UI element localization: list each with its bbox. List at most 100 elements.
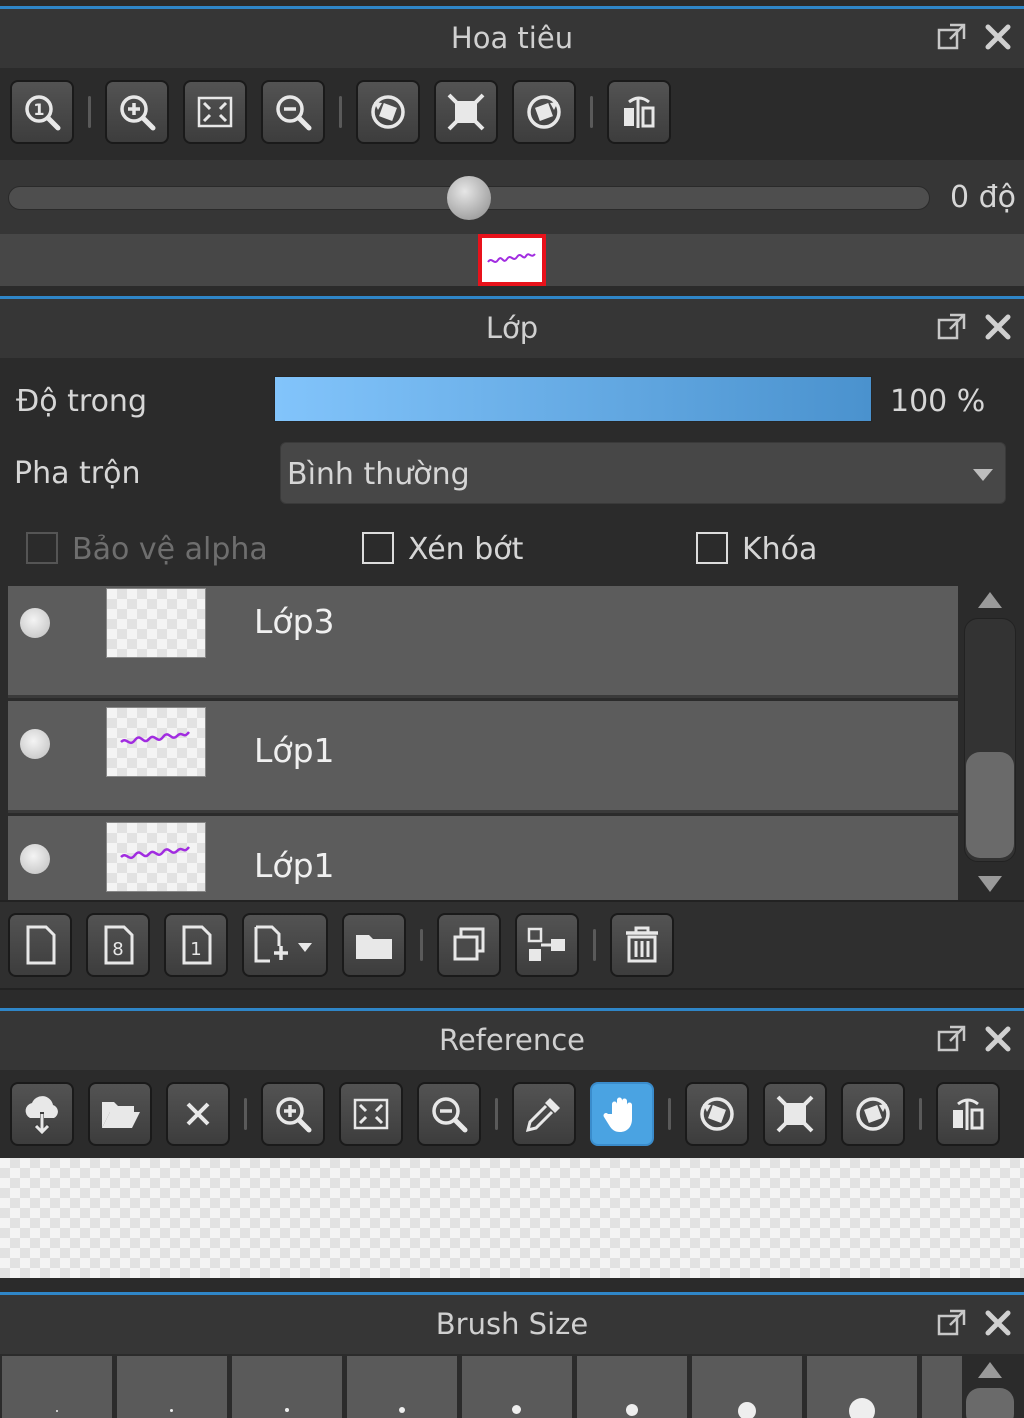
rotation-slider-handle[interactable] <box>447 176 491 220</box>
reference-title: Reference <box>438 1023 586 1057</box>
blend-mode-value: Bình thường <box>287 457 470 492</box>
undock-icon[interactable] <box>936 311 968 343</box>
add-layer-dropdown-icon <box>254 925 312 963</box>
reference-panel: Reference <box>0 1008 1024 1284</box>
fit-window-button[interactable] <box>183 80 247 144</box>
zoom-out-button[interactable] <box>417 1082 481 1146</box>
new-8bit-layer-icon: 8 <box>104 925 134 965</box>
brush-size-cell[interactable] <box>117 1356 227 1418</box>
view-frame[interactable] <box>478 234 546 286</box>
scrollbar-thumb[interactable] <box>966 1388 1014 1418</box>
delete-layer-button[interactable] <box>610 913 674 977</box>
reset-view-icon <box>447 93 485 131</box>
duplicate-layer-button[interactable] <box>437 913 501 977</box>
rotate-right-button[interactable] <box>512 80 576 144</box>
reset-view-icon <box>776 1095 814 1133</box>
brush-size-cell[interactable] <box>2 1356 112 1418</box>
close-panel-icon[interactable] <box>982 1307 1014 1339</box>
close-panel-icon[interactable] <box>982 311 1014 343</box>
layer-row[interactable]: Lớp3 <box>8 586 958 698</box>
reference-toolbar <box>0 1082 1024 1146</box>
brush-size-cell[interactable] <box>232 1356 342 1418</box>
undock-icon[interactable] <box>936 21 968 53</box>
reset-view-button[interactable] <box>434 80 498 144</box>
opacity-slider[interactable] <box>274 376 872 422</box>
undock-icon[interactable] <box>936 1023 968 1055</box>
rotate-left-button[interactable] <box>685 1082 749 1146</box>
reset-view-button[interactable] <box>763 1082 827 1146</box>
blend-mode-select[interactable]: Bình thường <box>280 442 1006 504</box>
hand-tool-button[interactable] <box>590 1082 654 1146</box>
flip-horizontal-button[interactable] <box>607 80 671 144</box>
flip-horizontal-icon <box>624 96 655 128</box>
scrollbar-thumb[interactable] <box>966 752 1014 858</box>
brush-size-cell[interactable] <box>807 1356 917 1418</box>
brush-size-header: Brush Size <box>0 1292 1024 1354</box>
scroll-down-icon[interactable] <box>978 876 1002 892</box>
open-folder-button[interactable] <box>88 1082 152 1146</box>
separator <box>495 1098 498 1130</box>
layer-title: Lớp <box>485 311 539 345</box>
separator <box>88 96 91 128</box>
hand-tool-icon <box>603 1097 632 1132</box>
visibility-toggle[interactable] <box>20 608 50 638</box>
brush-size-cell[interactable] <box>577 1356 687 1418</box>
visibility-toggle[interactable] <box>20 844 50 874</box>
zoom-in-icon <box>120 95 156 131</box>
rotate-left-icon <box>700 1097 734 1131</box>
brush-size-cell[interactable] <box>347 1356 457 1418</box>
brush-size-scrollbar[interactable] <box>962 1356 1018 1418</box>
rotate-left-button[interactable] <box>356 80 420 144</box>
lock-checkbox[interactable] <box>696 532 728 564</box>
merge-down-icon <box>527 927 565 961</box>
layer-name: Lớp3 <box>254 602 335 641</box>
new-1bit-layer-button[interactable]: 1 <box>164 913 228 977</box>
zoom-actual-button[interactable]: 1 <box>10 80 74 144</box>
new-8bit-layer-button[interactable]: 8 <box>86 913 150 977</box>
fit-window-button[interactable] <box>339 1082 403 1146</box>
brush-size-cell[interactable] <box>462 1356 572 1418</box>
chevron-down-icon <box>973 469 993 481</box>
zoom-in-button[interactable] <box>105 80 169 144</box>
zoom-out-icon <box>276 95 312 131</box>
zoom-actual-icon: 1 <box>25 95 61 131</box>
zoom-in-button[interactable] <box>261 1082 325 1146</box>
new-layer-button[interactable] <box>8 913 72 977</box>
close-reference-button[interactable] <box>166 1082 230 1146</box>
flip-horizontal-icon <box>953 1098 984 1130</box>
layer-thumbnail <box>106 588 206 658</box>
protect-alpha-checkbox[interactable] <box>26 532 58 564</box>
separator <box>244 1098 247 1130</box>
brush-size-cell[interactable] <box>692 1356 802 1418</box>
svg-text:1: 1 <box>190 939 201 960</box>
visibility-toggle[interactable] <box>20 729 50 759</box>
rotation-slider-area: 0 độ <box>0 160 1024 234</box>
eyedropper-button[interactable] <box>512 1082 576 1146</box>
close-panel-icon[interactable] <box>982 1023 1014 1055</box>
layer-row[interactable]: Lớp1 <box>8 701 958 813</box>
navigator-title: Hoa tiêu <box>450 21 574 55</box>
layer-row[interactable]: Lớp1 <box>8 816 958 900</box>
navigator-panel: Hoa tiêu 1 0 độ <box>0 6 1024 290</box>
merge-down-button[interactable] <box>515 913 579 977</box>
layer-scrollbar[interactable] <box>962 586 1018 900</box>
close-panel-icon[interactable] <box>982 21 1014 53</box>
scroll-up-icon[interactable] <box>978 592 1002 608</box>
scroll-up-icon[interactable] <box>978 1362 1002 1378</box>
load-image-button[interactable] <box>10 1082 74 1146</box>
zoom-out-button[interactable] <box>261 80 325 144</box>
brush-size-cell[interactable] <box>922 1356 962 1418</box>
new-folder-button[interactable] <box>342 913 406 977</box>
undock-icon[interactable] <box>936 1307 968 1339</box>
reference-canvas[interactable] <box>0 1158 1024 1278</box>
eyedropper-icon <box>525 1098 560 1133</box>
zoom-in-icon <box>276 1097 312 1133</box>
add-layer-dropdown-button[interactable] <box>242 913 328 977</box>
flip-horizontal-button[interactable] <box>936 1082 1000 1146</box>
close-icon <box>186 1102 210 1126</box>
clipping-label: Xén bớt <box>408 532 524 567</box>
rotate-right-button[interactable] <box>841 1082 905 1146</box>
clipping-checkbox[interactable] <box>362 532 394 564</box>
rotate-right-icon <box>527 95 561 129</box>
opacity-value: 100 % <box>890 384 986 419</box>
